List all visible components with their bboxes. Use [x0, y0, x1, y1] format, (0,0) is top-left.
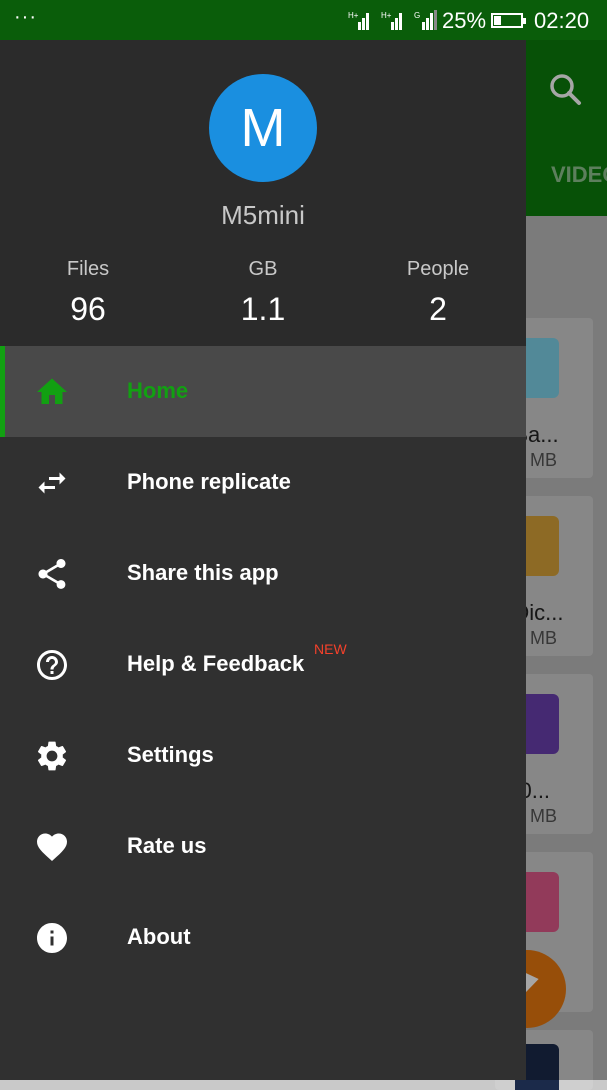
stat-value: 1.1	[240, 291, 286, 327]
svg-text:H+: H+	[381, 11, 392, 20]
signal-icon: G	[414, 10, 437, 30]
menu-item-label: Phone replicate	[127, 469, 291, 494]
stat-people: People 2	[350, 258, 526, 328]
stat-gb: GB 1.1	[175, 258, 351, 328]
share-icon	[34, 556, 70, 592]
gear-icon	[34, 738, 70, 774]
navigation-drawer: M M5mini Files 96 GB 1.1 People 2 Home P…	[0, 40, 526, 1080]
menu-item-about[interactable]: About	[0, 892, 526, 983]
drawer-menu: Home Phone replicate Share this app Help…	[0, 346, 526, 983]
svg-text:H+: H+	[348, 11, 359, 20]
menu-item-settings[interactable]: Settings	[0, 710, 526, 801]
menu-item-home[interactable]: Home	[0, 346, 526, 437]
menu-item-label: Home	[127, 378, 189, 403]
battery-icon	[491, 13, 526, 28]
drawer-header: M M5mini Files 96 GB 1.1 People 2	[0, 40, 526, 346]
battery-percent: 25%	[442, 8, 487, 33]
signal-icon: H+	[381, 11, 402, 30]
menu-item-label: Share this app	[127, 560, 279, 585]
heart-icon	[34, 829, 70, 865]
clock: 02:20	[534, 8, 590, 33]
menu-item-label: Rate us	[127, 833, 207, 858]
signal-icons: H+ H+ G	[348, 10, 444, 30]
swap-arrows-icon	[34, 465, 70, 501]
username: M5mini	[221, 200, 305, 230]
signal-icon: H+	[348, 11, 369, 30]
avatar[interactable]: M	[209, 74, 317, 182]
svg-text:G: G	[414, 11, 420, 20]
stat-value: 96	[70, 291, 106, 327]
overflow-dots: ···	[14, 6, 37, 28]
new-badge: NEW	[314, 641, 347, 657]
stat-label: GB	[248, 258, 278, 280]
status-bar: ··· H+ H+ G 25% 02:20	[0, 0, 607, 40]
home-icon	[34, 374, 70, 410]
info-icon	[34, 920, 70, 956]
menu-item-rate-us[interactable]: Rate us	[0, 801, 526, 892]
menu-item-label: Help & Feedback	[127, 651, 305, 676]
stat-label: Files	[66, 258, 110, 280]
stat-files: Files 96	[0, 258, 176, 328]
menu-item-label: About	[127, 924, 191, 949]
stat-value: 2	[429, 291, 447, 327]
menu-item-share[interactable]: Share this app	[0, 528, 526, 619]
help-icon	[34, 647, 70, 683]
menu-item-help-feedback[interactable]: Help & Feedback NEW	[0, 619, 526, 710]
menu-item-label: Settings	[127, 742, 214, 767]
stat-label: People	[406, 258, 470, 280]
menu-item-phone-replicate[interactable]: Phone replicate	[0, 437, 526, 528]
